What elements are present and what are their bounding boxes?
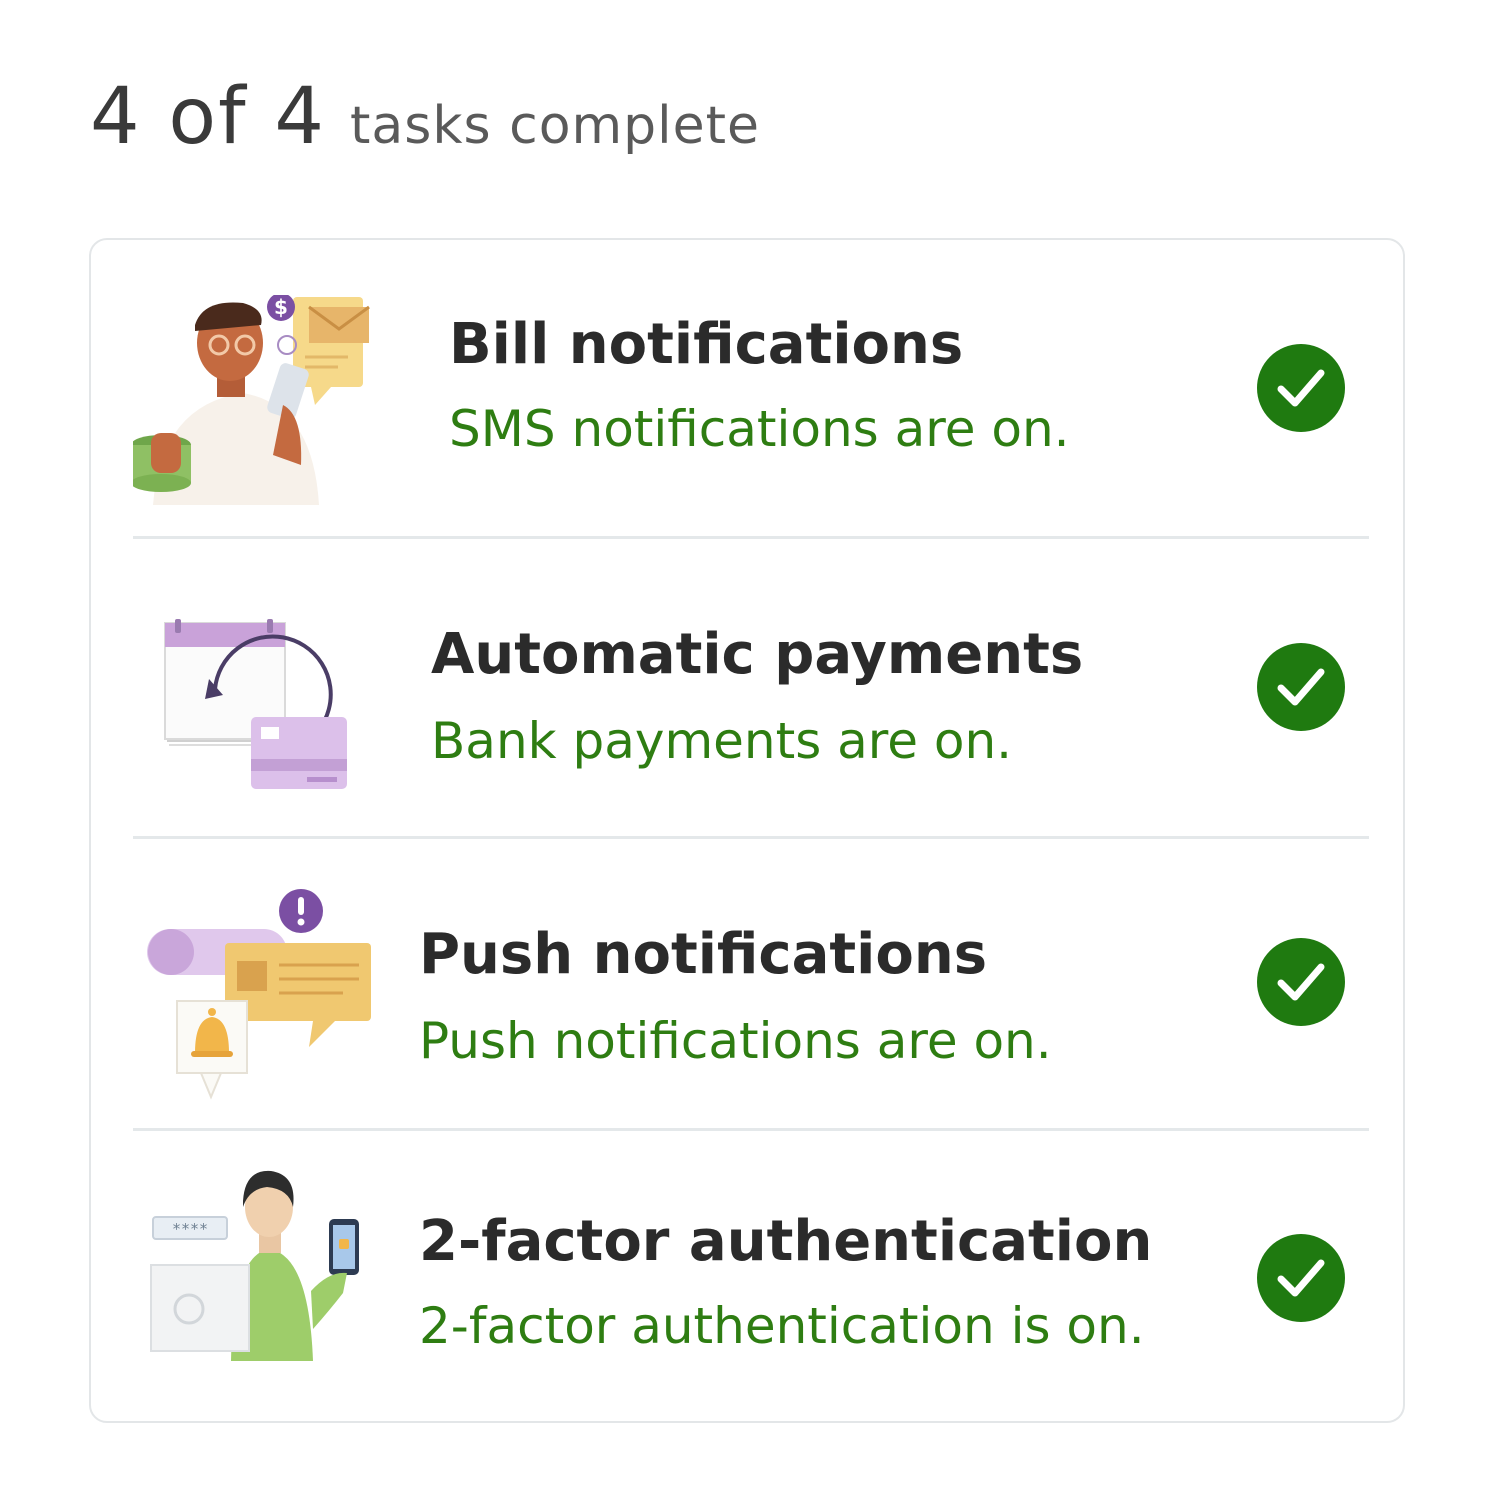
task-list-card: $ Bill notifications SMS notifications a…	[89, 238, 1405, 1423]
task-title: Automatic payments	[431, 622, 1084, 687]
task-status: Push notifications are on.	[419, 1012, 1052, 1070]
person-laptop-lock-illustration: ****	[133, 1161, 373, 1381]
chat-bell-illustration	[133, 887, 373, 1107]
task-title: Bill notifications	[449, 312, 964, 377]
person-phone-bill-illustration: $	[131, 293, 373, 515]
checkmark-icon	[1257, 1234, 1345, 1322]
task-row-automatic-payments[interactable]: Automatic payments Bank payments are on.	[91, 537, 1403, 837]
calendar-card-illustration	[133, 619, 373, 839]
row-divider	[133, 536, 1369, 539]
task-row-2-factor-authentication[interactable]: **** 2-factor authentication 2-factor au…	[91, 1129, 1403, 1423]
checkmark-icon	[1257, 643, 1345, 731]
progress-label: tasks complete	[350, 96, 760, 156]
task-title: 2-factor authentication	[419, 1209, 1153, 1274]
task-title: Push notifications	[419, 922, 988, 987]
checkmark-icon	[1257, 938, 1345, 1026]
row-divider	[133, 836, 1369, 839]
row-divider	[133, 1128, 1369, 1131]
svg-text:$: $	[274, 295, 288, 319]
task-status: Bank payments are on.	[431, 712, 1013, 770]
task-status: SMS notifications are on.	[449, 400, 1070, 458]
progress-header: 4 of 4 tasks complete	[90, 72, 760, 162]
checkmark-icon	[1257, 344, 1345, 432]
svg-text:****: ****	[172, 1220, 208, 1238]
task-row-push-notifications[interactable]: Push notifications Push notifications ar…	[91, 837, 1403, 1129]
progress-count: 4 of 4	[90, 72, 327, 162]
task-status: 2-factor authentication is on.	[419, 1297, 1145, 1355]
task-row-bill-notifications[interactable]: $ Bill notifications SMS notifications a…	[91, 240, 1403, 537]
